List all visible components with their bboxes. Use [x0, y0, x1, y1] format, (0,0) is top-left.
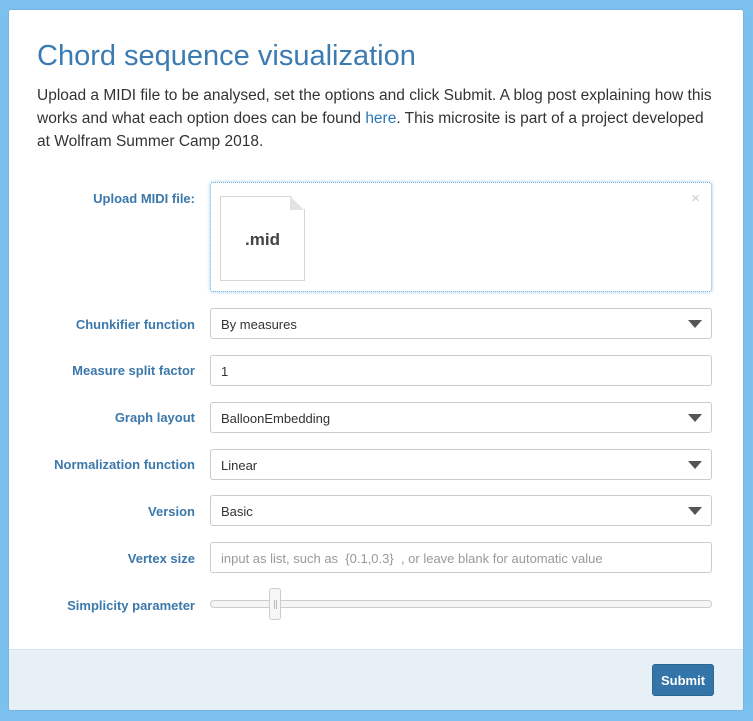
chevron-down-icon [688, 507, 702, 515]
chevron-down-icon [688, 461, 702, 469]
version-label: Version [148, 504, 195, 519]
chunkifier-value: By measures [221, 317, 297, 332]
version-value: Basic [221, 504, 253, 519]
main-card: Chord sequence visualization Upload a MI… [9, 10, 743, 710]
split-factor-label: Measure split factor [72, 363, 195, 378]
midi-upload-dropzone[interactable]: .mid × [210, 182, 712, 292]
vertex-size-placeholder: input as list, such as {0.1,0.3} , or le… [221, 551, 603, 566]
chevron-down-icon [688, 320, 702, 328]
upload-label: Upload MIDI file: [93, 191, 195, 206]
blog-post-link[interactable]: here [365, 110, 396, 127]
chevron-down-icon [688, 414, 702, 422]
graph-layout-select[interactable]: BalloonEmbedding [210, 402, 712, 433]
graph-layout-value: BalloonEmbedding [221, 411, 331, 426]
split-factor-input[interactable]: 1 [210, 355, 712, 386]
vertex-size-input[interactable]: input as list, such as {0.1,0.3} , or le… [210, 542, 712, 573]
normalization-select[interactable]: Linear [210, 449, 712, 480]
chunkifier-select[interactable]: By measures [210, 308, 712, 339]
simplicity-slider-handle[interactable] [269, 588, 281, 620]
slider-grip-line [276, 600, 277, 609]
file-corner-fold [290, 196, 304, 210]
page-title: Chord sequence visualization [37, 40, 416, 72]
slider-grip-line [274, 600, 275, 609]
simplicity-slider-track[interactable] [210, 600, 712, 608]
version-select[interactable]: Basic [210, 495, 712, 526]
simplicity-label: Simplicity parameter [67, 598, 195, 613]
normalization-label: Normalization function [54, 457, 195, 472]
page-description: Upload a MIDI file to be analysed, set t… [37, 84, 717, 153]
file-extension-label: .mid [245, 230, 280, 249]
chunkifier-label: Chunkifier function [75, 317, 195, 332]
close-icon[interactable]: × [691, 190, 700, 207]
form-footer [9, 649, 743, 710]
graph-layout-label: Graph layout [114, 410, 195, 425]
split-factor-value: 1 [221, 364, 229, 379]
normalization-value: Linear [221, 458, 258, 473]
vertex-size-label: Vertex size [127, 551, 195, 566]
submit-button[interactable]: Submit [652, 664, 714, 696]
